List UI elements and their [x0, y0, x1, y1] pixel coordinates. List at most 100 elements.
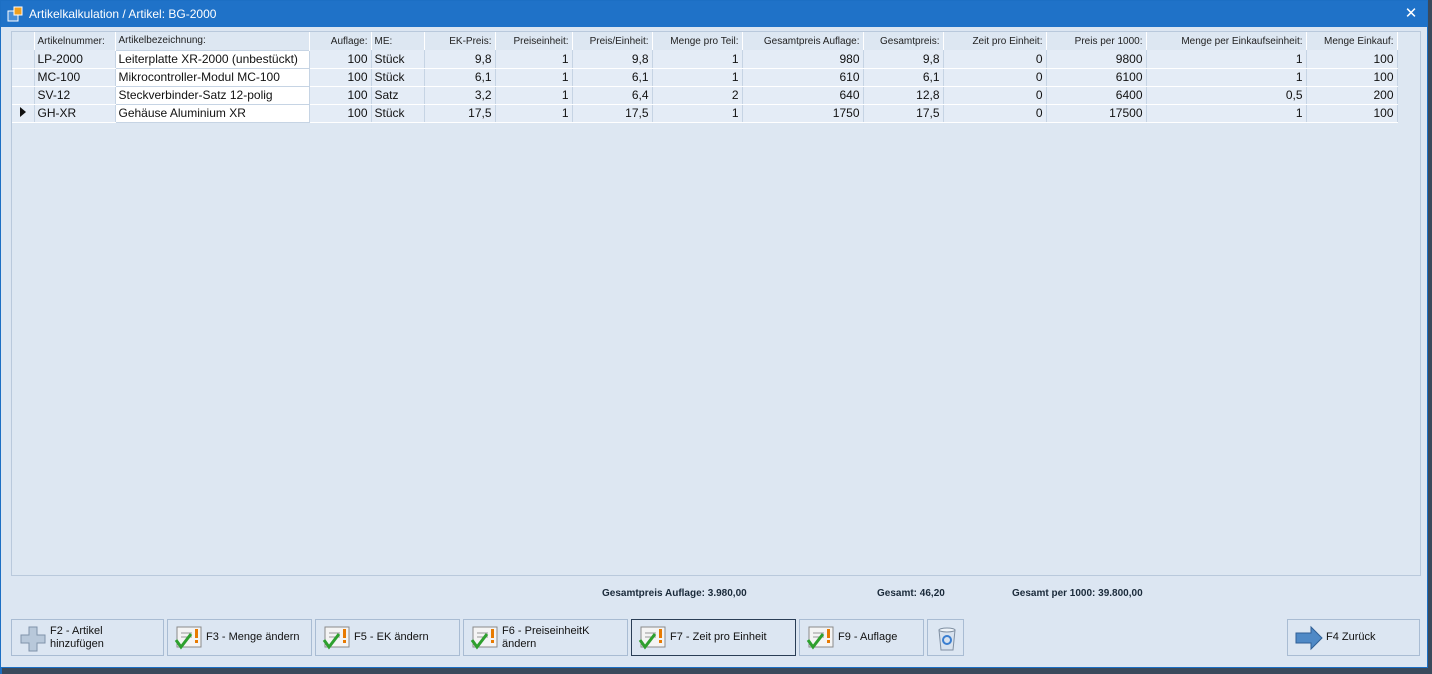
cell-artikelnummer[interactable]: GH-XR — [34, 104, 116, 123]
cell-artikelbezeichnung[interactable]: Steckverbinder-Satz 12-polig — [114, 85, 310, 105]
cell-artikelnummer[interactable]: MC-100 — [34, 68, 116, 87]
column-header[interactable]: Preiseinheit: — [495, 32, 573, 50]
cell-ek-preis[interactable]: 3,2 — [424, 86, 496, 105]
total-gesamt-per-1000: Gesamt per 1000: 39.800,00 — [1012, 588, 1143, 599]
column-header[interactable]: ME: — [371, 32, 425, 50]
cell-ek-preis[interactable]: 6,1 — [424, 68, 496, 87]
cell-gesamtpreis-auflage[interactable]: 1750 — [742, 104, 864, 123]
column-header[interactable]: Artikelbezeichnung: — [115, 32, 310, 50]
column-header[interactable]: EK-Preis: — [424, 32, 496, 50]
cell-me[interactable]: Stück — [371, 50, 425, 69]
cell-menge-einkauf[interactable]: 100 — [1306, 68, 1398, 87]
column-header[interactable]: Gesamtpreis Auflage: — [742, 32, 864, 50]
cell-zeit-pro-einheit[interactable]: 0 — [943, 68, 1047, 87]
back-label: F4 Zurück — [1326, 631, 1376, 643]
cell-artikelnummer[interactable]: LP-2000 — [34, 50, 116, 69]
change-ek-label: F5 - EK ändern — [354, 631, 429, 643]
cell-ek-preis[interactable]: 17,5 — [424, 104, 496, 123]
row-indicator[interactable] — [12, 68, 35, 87]
cell-preiseinheit[interactable]: 1 — [495, 86, 573, 105]
cell-preis-per-1000[interactable]: 6400 — [1046, 86, 1147, 105]
cell-preis-per-1000[interactable]: 6100 — [1046, 68, 1147, 87]
change-quantity-button[interactable]: F3 - Menge ändern — [167, 619, 312, 656]
cell-menge-per-einkaufseinheit[interactable]: 1 — [1146, 68, 1307, 87]
cell-me[interactable]: Stück — [371, 68, 425, 87]
change-price-unit-label: F6 - PreiseinheitK ändern — [502, 624, 590, 650]
cell-menge-pro-teil[interactable]: 2 — [652, 86, 743, 105]
table-row[interactable]: MC-100 Mikrocontroller-Modul MC-100 100 … — [12, 67, 1398, 87]
change-quantity-label: F3 - Menge ändern — [206, 631, 300, 643]
cell-preis-einheit[interactable]: 6,1 — [572, 68, 653, 87]
column-header[interactable]: Artikelnummer: — [34, 32, 116, 50]
article-grid[interactable]: Artikelnummer: Artikelbezeichnung: Aufla… — [11, 31, 1421, 576]
cell-auflage[interactable]: 100 — [309, 86, 372, 105]
column-header[interactable]: Zeit pro Einheit: — [943, 32, 1047, 50]
close-icon[interactable]: ✕ — [1401, 4, 1421, 24]
column-header[interactable]: Auflage: — [309, 32, 372, 50]
cell-auflage[interactable]: 100 — [309, 50, 372, 69]
cell-menge-einkauf[interactable]: 100 — [1306, 104, 1398, 123]
total-gesamtpreis-auflage: Gesamtpreis Auflage: 3.980,00 — [602, 588, 747, 599]
cell-me[interactable]: Satz — [371, 86, 425, 105]
cell-artikelbezeichnung[interactable]: Leiterplatte XR-2000 (unbestückt) — [114, 49, 310, 69]
cell-gesamtpreis-auflage[interactable]: 610 — [742, 68, 864, 87]
column-header[interactable]: Menge Einkauf: — [1306, 32, 1398, 50]
article-table: Artikelnummer: Artikelbezeichnung: Aufla… — [12, 32, 1398, 123]
column-header[interactable]: Preis per 1000: — [1046, 32, 1147, 50]
table-row[interactable]: LP-2000 Leiterplatte XR-2000 (unbestückt… — [12, 49, 1398, 69]
cell-gesamtpreis[interactable]: 6,1 — [863, 68, 944, 87]
cell-preis-einheit[interactable]: 9,8 — [572, 50, 653, 69]
cell-menge-pro-teil[interactable]: 1 — [652, 50, 743, 69]
table-row-current[interactable]: GH-XR Gehäuse Aluminium XR 100 Stück 17,… — [12, 103, 1398, 123]
cell-gesamtpreis-auflage[interactable]: 640 — [742, 86, 864, 105]
cell-gesamtpreis[interactable]: 17,5 — [863, 104, 944, 123]
cell-menge-per-einkaufseinheit[interactable]: 1 — [1146, 104, 1307, 123]
column-header[interactable]: Gesamtpreis: — [863, 32, 944, 50]
edition-button[interactable]: F9 - Auflage — [799, 619, 924, 656]
cell-zeit-pro-einheit[interactable]: 0 — [943, 50, 1047, 69]
cell-gesamtpreis[interactable]: 9,8 — [863, 50, 944, 69]
column-header[interactable]: Preis/Einheit: — [572, 32, 653, 50]
cell-menge-einkauf[interactable]: 100 — [1306, 50, 1398, 69]
delete-button[interactable] — [927, 619, 964, 656]
cell-menge-per-einkaufseinheit[interactable]: 0,5 — [1146, 86, 1307, 105]
cell-artikelbezeichnung[interactable]: Mikrocontroller-Modul MC-100 — [114, 67, 310, 87]
row-indicator[interactable] — [12, 50, 35, 69]
cell-menge-pro-teil[interactable]: 1 — [652, 68, 743, 87]
cell-preiseinheit[interactable]: 1 — [495, 50, 573, 69]
table-row[interactable]: SV-12 Steckverbinder-Satz 12-polig 100 S… — [12, 85, 1398, 105]
cell-zeit-pro-einheit[interactable]: 0 — [943, 86, 1047, 105]
checklist-icon — [174, 626, 202, 650]
checklist-icon — [322, 626, 350, 650]
cell-ek-preis[interactable]: 9,8 — [424, 50, 496, 69]
table-header-row: Artikelnummer: Artikelbezeichnung: Aufla… — [12, 32, 1398, 50]
cell-preis-per-1000[interactable]: 17500 — [1046, 104, 1147, 123]
cell-preis-einheit[interactable]: 17,5 — [572, 104, 653, 123]
cell-preis-einheit[interactable]: 6,4 — [572, 86, 653, 105]
change-ek-button[interactable]: F5 - EK ändern — [315, 619, 460, 656]
add-article-button[interactable]: F2 - Artikel hinzufügen — [11, 619, 164, 656]
cell-me[interactable]: Stück — [371, 104, 425, 123]
cell-gesamtpreis-auflage[interactable]: 980 — [742, 50, 864, 69]
time-per-unit-button[interactable]: F7 - Zeit pro Einheit — [631, 619, 796, 656]
cell-preiseinheit[interactable]: 1 — [495, 68, 573, 87]
cell-preis-per-1000[interactable]: 9800 — [1046, 50, 1147, 69]
current-row-indicator-icon[interactable] — [12, 104, 35, 123]
cell-auflage[interactable]: 100 — [309, 104, 372, 123]
cell-artikelnummer[interactable]: SV-12 — [34, 86, 116, 105]
add-article-label: F2 - Artikel hinzufügen — [50, 624, 104, 650]
column-header[interactable]: Menge per Einkaufseinheit: — [1146, 32, 1307, 50]
cell-preiseinheit[interactable]: 1 — [495, 104, 573, 123]
cell-menge-pro-teil[interactable]: 1 — [652, 104, 743, 123]
back-button[interactable]: F4 Zurück — [1287, 619, 1420, 656]
cell-menge-per-einkaufseinheit[interactable]: 1 — [1146, 50, 1307, 69]
row-indicator[interactable] — [12, 86, 35, 105]
cell-menge-einkauf[interactable]: 200 — [1306, 86, 1398, 105]
column-header[interactable]: Menge pro Teil: — [652, 32, 743, 50]
app-icon — [7, 6, 23, 22]
cell-zeit-pro-einheit[interactable]: 0 — [943, 104, 1047, 123]
cell-auflage[interactable]: 100 — [309, 68, 372, 87]
change-price-unit-button[interactable]: F6 - PreiseinheitK ändern — [463, 619, 628, 656]
cell-gesamtpreis[interactable]: 12,8 — [863, 86, 944, 105]
cell-artikelbezeichnung[interactable]: Gehäuse Aluminium XR — [114, 103, 310, 123]
